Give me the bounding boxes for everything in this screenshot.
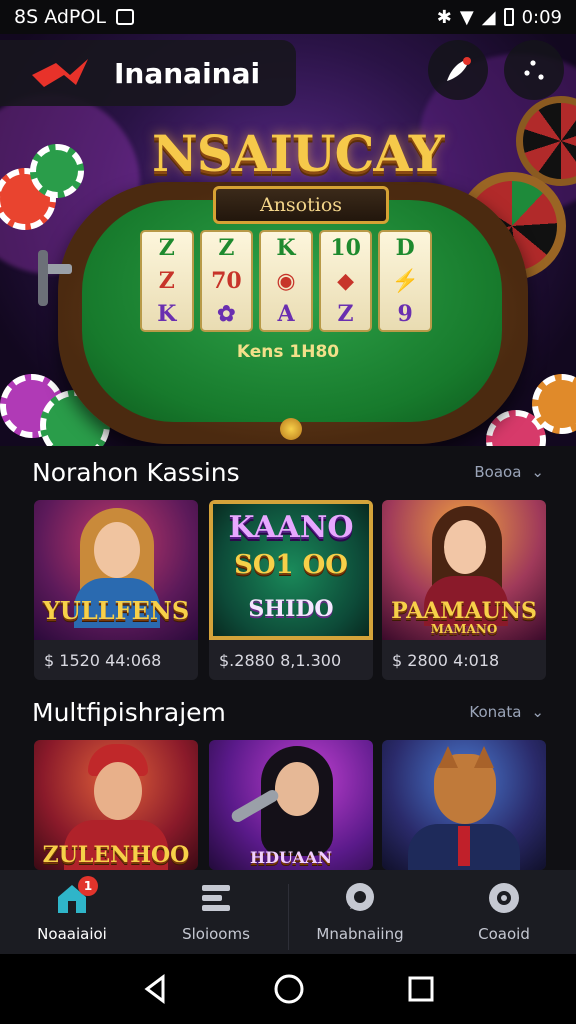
- game-card-title: HDUAAN: [250, 848, 332, 867]
- wifi-icon: ▼: [459, 6, 474, 28]
- slot-reel: 10 ◆ Z: [318, 230, 373, 332]
- see-all-link[interactable]: Boaoa ⌄: [474, 463, 544, 481]
- game-card-subtitle: MAMANO: [430, 622, 498, 636]
- back-icon[interactable]: [141, 974, 171, 1004]
- status-carrier-text: 8S AdPOL: [14, 6, 106, 28]
- bluetooth-icon: ✱: [436, 6, 452, 28]
- slot-reels: ZZK Z 70 ✿ K ◉ A 10 ◆ Z D ⚡ 9: [140, 230, 432, 332]
- app-header: Inanainai: [0, 40, 296, 106]
- game-card-art: YULLFENS: [34, 500, 198, 640]
- notification-icon: [115, 9, 134, 25]
- more-icon: [524, 60, 544, 80]
- game-card-title: KAANO: [228, 510, 354, 545]
- notification-badge: 1: [78, 876, 98, 896]
- character-portrait: [94, 522, 140, 578]
- home-circle-icon[interactable]: [273, 973, 305, 1005]
- signal-icon: ◢: [481, 6, 496, 28]
- game-card-art: PAAMAUNS MAMANO: [382, 500, 546, 640]
- section-header: Norahon Kassins Boaoa ⌄: [0, 452, 576, 492]
- game-card-title: ZULENHOO: [42, 842, 190, 868]
- nav-item-slots[interactable]: Sloiooms: [144, 870, 288, 954]
- section-title: Norahon Kassins: [32, 457, 240, 487]
- game-card[interactable]: ZULENHOO: [34, 740, 198, 870]
- clock: 0:09: [521, 6, 562, 28]
- game-card-art: [382, 740, 546, 870]
- slot-lever-icon: [38, 250, 72, 306]
- nav-item-home[interactable]: 1 Noaaiaioi: [0, 870, 144, 954]
- gear-icon: [489, 883, 519, 913]
- game-card[interactable]: HDUAAN: [209, 740, 373, 870]
- battery-icon: [503, 8, 514, 26]
- hero-marquee-title: NSAIUCAY: [152, 124, 444, 183]
- chat-icon: [346, 883, 374, 911]
- game-card-price: $ 2800 4:018: [392, 650, 500, 670]
- game-card-title: PAAMAUNS: [391, 598, 537, 624]
- game-card-price: $.2880 8,1.300: [219, 650, 342, 670]
- brand-logo-icon[interactable]: [30, 53, 94, 93]
- game-card-subtitle: SO1 OO: [234, 550, 348, 580]
- chevron-down-icon: ⌄: [531, 703, 544, 721]
- game-card[interactable]: PAAMAUNS MAMANO $ 2800 4:018: [382, 500, 546, 680]
- game-card[interactable]: KAANO SO1 OO SHIDO $.2880 8,1.300: [209, 500, 373, 680]
- game-card-banner: SHIDO: [248, 596, 334, 622]
- nav-label: Sloiooms: [182, 925, 250, 943]
- game-card-art: KAANO SO1 OO SHIDO: [209, 500, 373, 640]
- table-caption: Kens 1H80: [236, 342, 340, 362]
- recents-icon[interactable]: [407, 975, 435, 1003]
- slot-reel: Z 70 ✿: [199, 230, 254, 332]
- section-header: Multfipishrajem Konata ⌄: [0, 692, 576, 732]
- nav-label: Coaoid: [478, 925, 530, 943]
- game-card[interactable]: YULLFENS $ 1520 44:068: [34, 500, 198, 680]
- see-all-link[interactable]: Konata ⌄: [469, 703, 544, 721]
- poker-chip-icon: [30, 144, 84, 198]
- character-portrait: [275, 762, 319, 816]
- promo-button[interactable]: [428, 40, 488, 100]
- system-nav-bar: [0, 954, 576, 1024]
- hero-plaque: Ansotios: [213, 186, 389, 224]
- game-card-art: ZULENHOO: [34, 740, 198, 870]
- nav-item-messaging[interactable]: Mnabnaiing: [288, 870, 432, 954]
- nav-divider: [288, 884, 289, 950]
- app-title: Inanainai: [114, 56, 261, 90]
- slot-reel: K ◉ A: [259, 230, 313, 332]
- game-card-title: YULLFENS: [42, 596, 190, 625]
- nav-item-settings[interactable]: Coaoid: [432, 870, 576, 954]
- menu-button[interactable]: [504, 40, 564, 100]
- game-card-art: HDUAAN: [209, 740, 373, 870]
- game-card-price: $ 1520 44:068: [44, 650, 162, 670]
- slot-reel: D ⚡ 9: [378, 230, 432, 332]
- hero-banner[interactable]: ZZK Z 70 ✿ K ◉ A 10 ◆ Z D ⚡ 9 Kens 1H80 NSAIUCAY…: [0, 34, 576, 446]
- rocket-icon: [447, 57, 471, 81]
- slot-reel: ZZK: [140, 230, 194, 332]
- chevron-down-icon: ⌄: [531, 463, 544, 481]
- character-portrait: [444, 520, 486, 574]
- nav-label: Mnabnaiing: [316, 925, 404, 943]
- game-card[interactable]: [382, 740, 546, 870]
- status-bar: 8S AdPOL ✱ ▼ ◢ 0:09: [0, 0, 576, 34]
- character-portrait: [94, 762, 142, 820]
- coin-icon: [280, 418, 302, 440]
- slots-icon: [202, 885, 230, 911]
- section-title: Multfipishrajem: [32, 697, 226, 727]
- nav-label: Noaaiaioi: [37, 925, 107, 943]
